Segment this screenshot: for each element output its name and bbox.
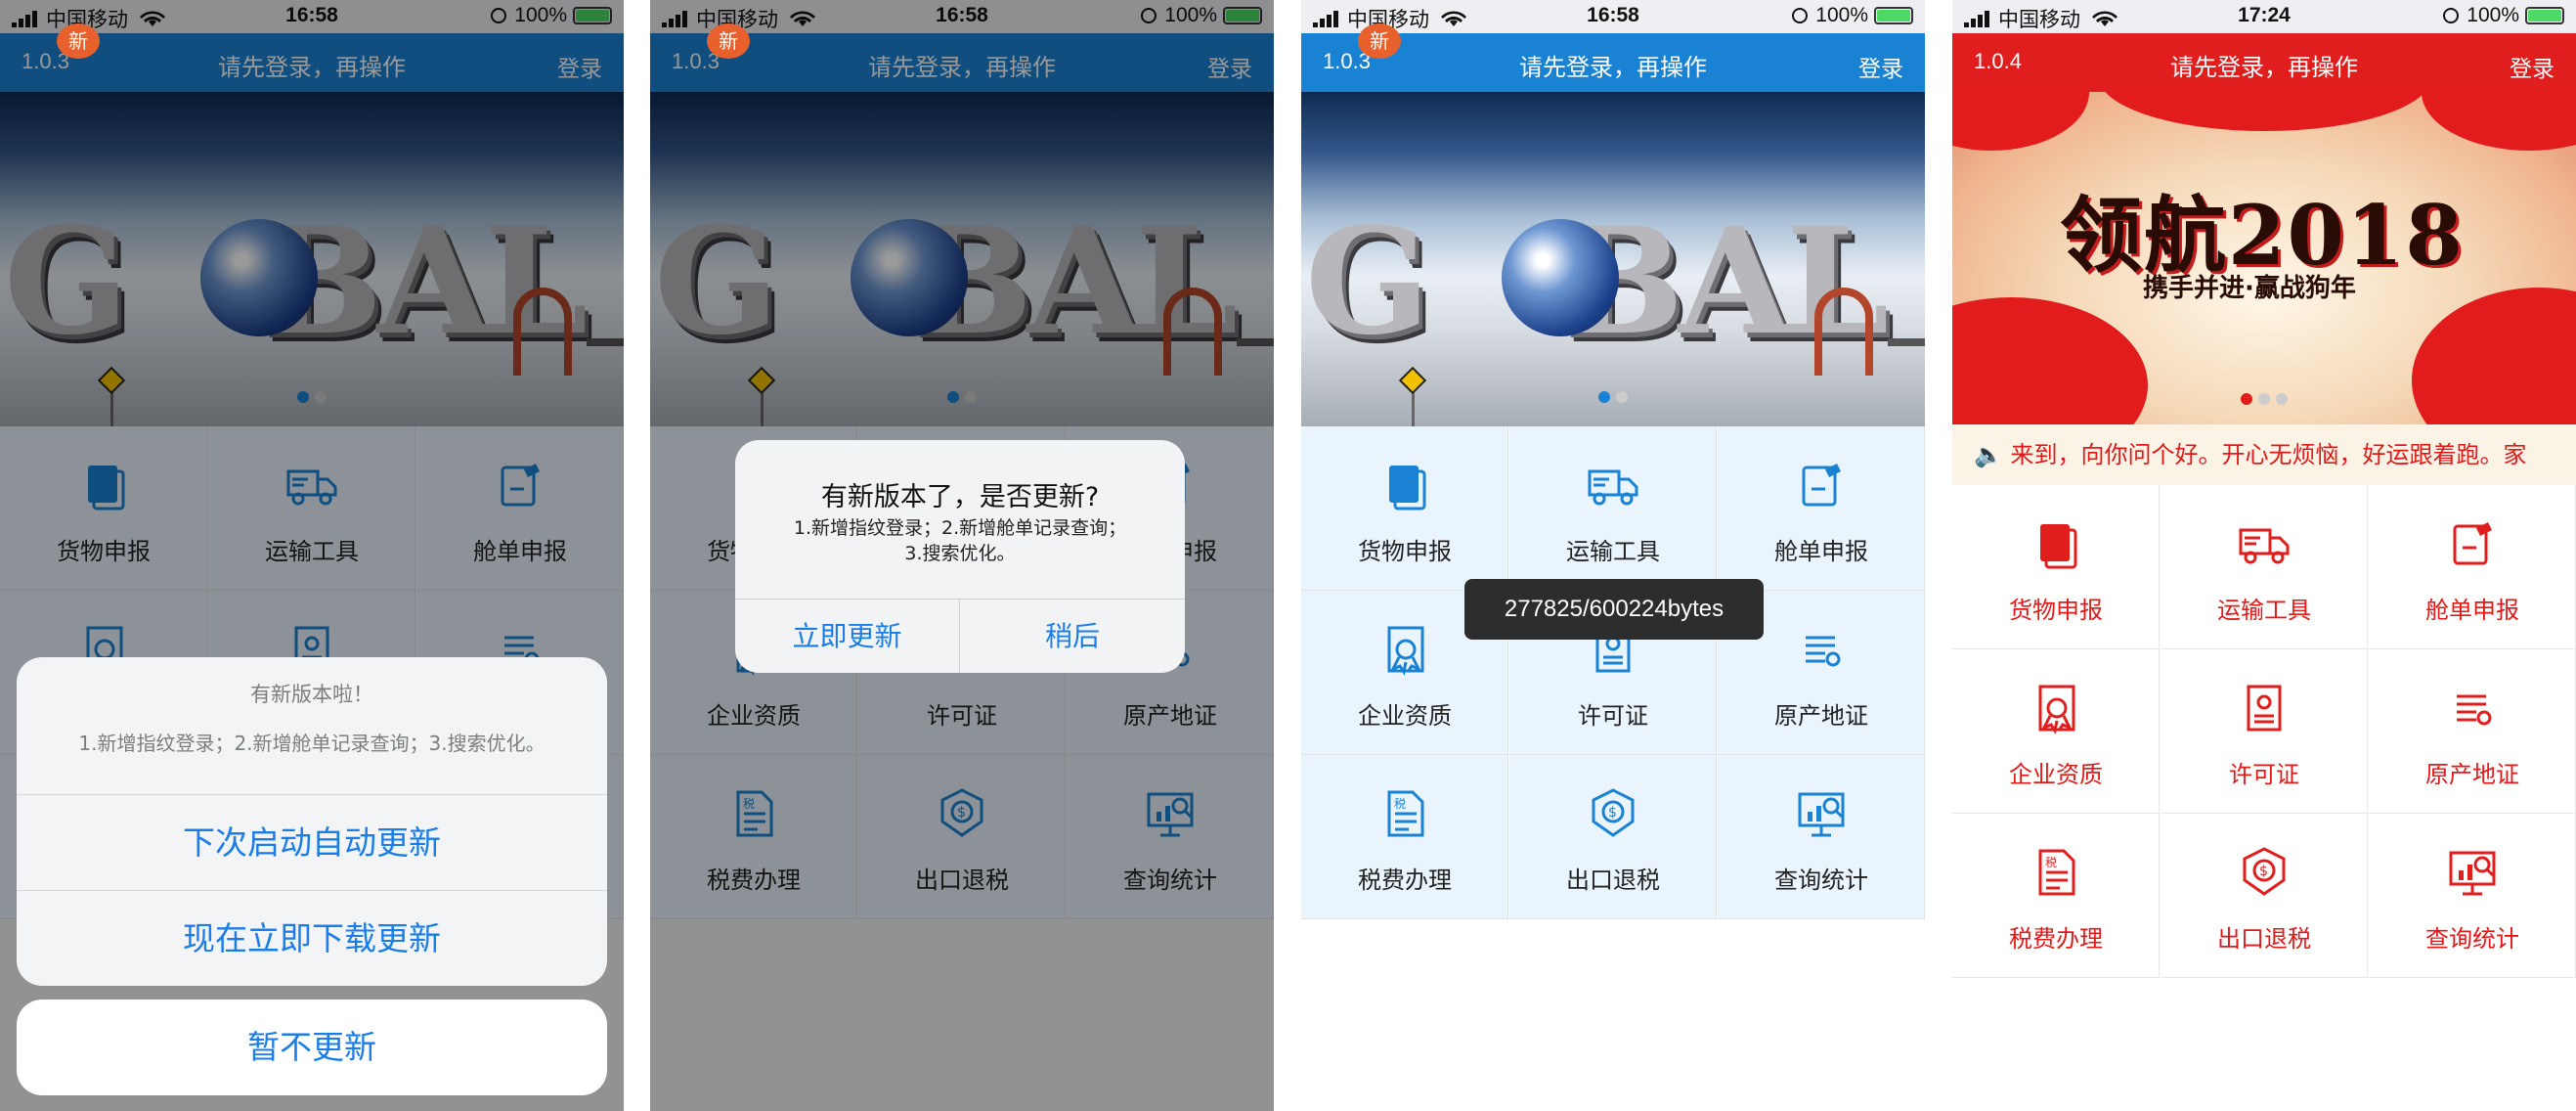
rotation-lock-icon	[1792, 8, 1809, 23]
alert-title: 有新版本了，是否更新?	[820, 482, 1100, 512]
update-alert-dialog: 有新版本了，是否更新? 1.新增指纹登录；2.新增舱单记录查询； 3.搜索优化。…	[735, 440, 1185, 673]
svg-text:税: 税	[2045, 856, 2057, 869]
nav-bar: 1.0.4 请先登录，再操作 登录	[1952, 33, 2576, 92]
grid-item-origin-list[interactable]: 原产地证	[2369, 649, 2576, 814]
battery-icon	[2525, 7, 2564, 24]
grid-item-label: 税费办理	[2009, 925, 2103, 953]
screen-new-version: 中国移动 17:24 100% 1.0.4 请先登录，再操作 登录 领航2018…	[1952, 0, 2576, 1111]
grid-item-doc-stack[interactable]: 货物申报	[1952, 485, 2160, 649]
origin-list-icon	[2443, 679, 2502, 737]
stats-monitor-icon	[2443, 843, 2502, 902]
grid-item-label: 舱单申报	[1774, 538, 1868, 565]
svg-text:$: $	[2259, 864, 2268, 879]
refund-coin-icon: $	[1584, 784, 1642, 843]
grid-item-doc-stack[interactable]: 货物申报	[1301, 426, 1508, 591]
screen-update-alert: 中国移动 16:58 100% 新 1.0.3 请先登录，再操作 登录 G BA…	[650, 0, 1274, 1111]
license-icon	[2235, 679, 2293, 737]
truck-icon	[2235, 514, 2293, 573]
stats-monitor-icon	[1792, 784, 1851, 843]
red-cloud-decoration	[2099, 92, 2431, 131]
global-banner[interactable]: G BAL	[1301, 92, 1925, 426]
grid-item-certificate[interactable]: 企业资质	[1952, 649, 2160, 814]
grid-item-label: 企业资质	[2009, 761, 2103, 788]
new-badge: 新	[707, 23, 750, 59]
grid-item-manifest[interactable]: 舱单申报	[2369, 485, 2576, 649]
grid-item-label: 查询统计	[2425, 925, 2519, 953]
grid-item-refund-coin[interactable]: $ 出口退税	[1509, 755, 1717, 919]
nav-title: 请先登录，再操作	[2170, 54, 2358, 81]
grid-item-label: 舱单申报	[2425, 597, 2519, 624]
battery-percent: 100%	[2467, 4, 2519, 26]
page-dots[interactable]	[1952, 390, 2576, 409]
doc-stack-icon	[1375, 456, 1434, 514]
manifest-icon	[1792, 456, 1851, 514]
auto-update-next-launch-button[interactable]: 下次启动自动更新	[17, 794, 607, 890]
grid-item-label: 出口退税	[1566, 867, 1660, 894]
origin-list-icon	[1792, 620, 1851, 679]
bridge-graphic	[1888, 338, 1925, 346]
red-cloud-decoration	[2422, 92, 2576, 151]
status-bar: 中国移动 17:24 100%	[1952, 0, 2576, 33]
grid-item-label: 税费办理	[1358, 867, 1452, 894]
new-badge: 新	[1358, 23, 1401, 59]
bridge-arch-graphic	[1814, 288, 1873, 376]
new-badge: 新	[57, 23, 100, 59]
certificate-icon	[1375, 620, 1434, 679]
marquee-text: 来到，向你问个好。开心无烦恼，好运跟着跑。家	[2010, 441, 2527, 468]
announcement-marquee[interactable]: 🔈 来到，向你问个好。开心无烦恼，好运跟着跑。家	[1952, 424, 2576, 485]
grid-item-label: 原产地证	[2425, 761, 2519, 788]
grid-item-stats-monitor[interactable]: 查询统计	[1718, 755, 1925, 919]
grid-item-label: 许可证	[2229, 761, 2299, 788]
screen-update-sheet: 中国移动 16:58 100% 新 1.0.3 请先登录，再操作 登录 G BA…	[0, 0, 624, 1111]
login-button[interactable]: 登录	[2510, 50, 2554, 83]
grid-item-label: 货物申报	[1358, 538, 1452, 565]
download-now-button[interactable]: 现在立即下载更新	[17, 890, 607, 986]
speaker-icon: 🔈	[1974, 441, 2011, 468]
grid-item-tax-doc[interactable]: 税税费办理	[1301, 755, 1508, 919]
grid-item-license[interactable]: 许可证	[2161, 649, 2368, 814]
battery-icon	[1874, 7, 1913, 24]
screen-downloading: 中国移动 16:58 100% 新 1.0.3 请先登录，再操作 登录 G BA…	[1301, 0, 1925, 1111]
grid-item-label: 运输工具	[2217, 597, 2311, 624]
refund-coin-icon: $	[2235, 843, 2293, 902]
grid-item-truck[interactable]: 运输工具	[1509, 426, 1717, 591]
svg-text:$: $	[1608, 805, 1617, 821]
battery-percent: 100%	[1815, 4, 1868, 26]
login-button[interactable]: 登录	[1858, 50, 1903, 83]
rotation-lock-icon	[2443, 8, 2460, 23]
doc-stack-icon	[2027, 514, 2085, 573]
later-button[interactable]: 稍后	[960, 599, 1185, 673]
sheet-message: 1.新增指纹登录；2.新增舱单记录查询；3.搜索优化。	[78, 732, 546, 755]
globe-icon	[1502, 219, 1619, 336]
manifest-icon	[2443, 514, 2502, 573]
page-dots[interactable]	[1301, 388, 1925, 407]
download-progress-toast: 277825/600224bytes	[1464, 579, 1764, 640]
certificate-icon	[2027, 679, 2085, 737]
skip-update-button[interactable]: 暂不更新	[17, 1000, 607, 1095]
grid-item-manifest[interactable]: 舱单申报	[1718, 426, 1925, 591]
grid-item-label: 查询统计	[1774, 867, 1868, 894]
banner-subtitle: 携手并进·赢战狗年	[2143, 274, 2356, 303]
truck-icon	[1584, 456, 1642, 514]
alert-message-line1: 1.新增指纹登录；2.新增舱单记录查询；	[793, 517, 1127, 539]
grid-item-label: 运输工具	[1566, 538, 1660, 565]
tax-doc-icon: 税	[1375, 784, 1434, 843]
grid-item-label: 企业资质	[1358, 702, 1452, 730]
new-year-banner[interactable]: 领航2018 携手并进·赢战狗年	[1952, 92, 2576, 424]
sheet-header: 有新版本啦！	[250, 683, 373, 706]
update-now-button[interactable]: 立即更新	[735, 599, 960, 673]
update-action-sheet: 有新版本啦！ 1.新增指纹登录；2.新增舱单记录查询；3.搜索优化。 下次启动自…	[17, 657, 607, 986]
grid-item-stats-monitor[interactable]: 查询统计	[2369, 814, 2576, 978]
grid-item-tax-doc[interactable]: 税税费办理	[1952, 814, 2160, 978]
grid-item-refund-coin[interactable]: $ 出口退税	[2161, 814, 2368, 978]
svg-text:税: 税	[1394, 797, 1406, 811]
grid-item-label: 许可证	[1578, 702, 1648, 730]
alert-message-line2: 3.搜索优化。	[904, 543, 1016, 564]
tax-doc-icon: 税	[2027, 843, 2085, 902]
grid-item-label: 出口退税	[2217, 925, 2311, 953]
grid-item-label: 货物申报	[2009, 597, 2103, 624]
red-cloud-decoration	[1952, 92, 2089, 151]
grid-item-label: 原产地证	[1774, 702, 1868, 730]
grid-item-truck[interactable]: 运输工具	[2161, 485, 2368, 649]
